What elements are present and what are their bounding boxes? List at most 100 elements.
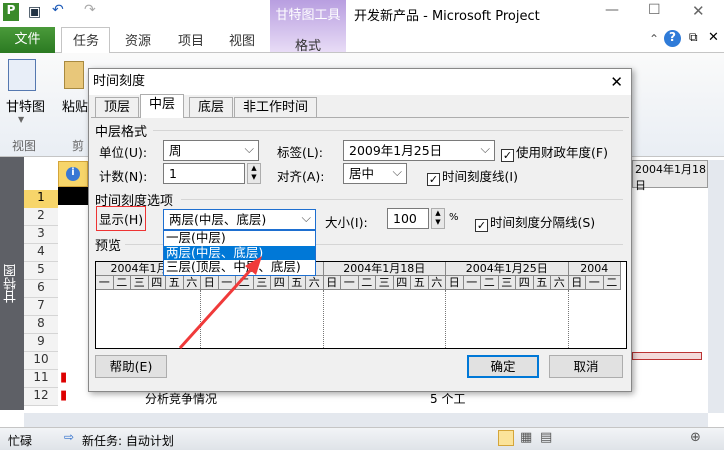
info-column-header: i [58, 161, 88, 187]
day-label: 二 [604, 276, 621, 289]
day-label: 六 [306, 276, 324, 289]
close-doc-icon[interactable]: ✕ [708, 30, 719, 45]
day-label: 四 [271, 276, 289, 289]
title-bar: P ▣ ↶ ↷ 开发新产品 - Microsoft Project — ☐ ✕ [0, 0, 724, 26]
label-select[interactable]: 2009年1月25日 [343, 139, 495, 161]
row-number[interactable]: 9 [24, 334, 58, 352]
gantt-chart-button[interactable]: 甘特图 [6, 96, 45, 115]
selected-cell[interactable] [58, 187, 88, 205]
day-label: 日 [201, 276, 219, 289]
gantt-bar[interactable] [632, 352, 702, 360]
option-three-tiers[interactable]: 三层(顶层、中层、底层) [164, 260, 315, 275]
tab-task[interactable]: 任务 [73, 30, 99, 49]
team-planner-shortcut-icon[interactable]: ▤ [540, 430, 552, 445]
row-number[interactable]: 3 [24, 226, 58, 244]
dialog-title-bar: 时间刻度 ✕ [89, 69, 631, 95]
day-label: 二 [481, 276, 499, 289]
week-label: 2004年1月25日 [446, 262, 569, 275]
help-icon[interactable]: ? [664, 30, 681, 47]
day-label: 一 [96, 276, 114, 289]
paste-button[interactable]: 粘贴 [62, 96, 88, 115]
timescale-separator [567, 290, 569, 348]
tick-lines-checkbox[interactable]: ✓ 时间刻度线(I) [427, 166, 518, 186]
fiscal-year-checkbox[interactable]: ✓ 使用财政年度(F) [501, 142, 608, 162]
row-number[interactable]: 5 [24, 262, 58, 280]
day-label: 日 [324, 276, 341, 289]
minimize-button[interactable]: — [605, 2, 619, 18]
day-label: 三 [499, 276, 516, 289]
align-select[interactable]: 居中 [343, 162, 407, 184]
restore-icon[interactable]: ⧉ [689, 30, 698, 45]
size-spinner[interactable]: ▲ ▼ [431, 208, 445, 229]
tab-top-tier[interactable]: 顶层 [95, 97, 140, 117]
close-button[interactable]: ✕ [692, 2, 705, 20]
gantt-view-shortcut-icon[interactable] [498, 430, 514, 446]
row-number[interactable]: 12 [24, 388, 58, 406]
view-bar-gantt[interactable]: 甘特图 [0, 157, 24, 410]
day-label: 五 [411, 276, 429, 289]
section-middle-format: 中层格式 [95, 125, 148, 140]
horizontal-scrollbar[interactable] [24, 413, 708, 427]
task-usage-shortcut-icon[interactable]: ▦ [520, 430, 532, 445]
context-tab-title: 甘特图工具 [275, 8, 341, 23]
size-label: 大小(I): [325, 215, 368, 230]
collapse-ribbon-icon[interactable]: ⌃ [649, 32, 659, 46]
help-button[interactable]: 帮助(E) [95, 355, 167, 378]
day-label: 三 [376, 276, 394, 289]
tab-view[interactable]: 视图 [229, 30, 255, 49]
tab-middle-tier[interactable]: 中层 [140, 94, 185, 118]
task-duration[interactable]: 5 个工 [430, 390, 465, 407]
show-select[interactable]: 两层(中层、底层) [163, 208, 316, 230]
app-icon: P [3, 3, 19, 21]
percent-sign: % [449, 212, 459, 223]
day-label: 三 [131, 276, 149, 289]
dialog-close-button[interactable]: ✕ [610, 69, 623, 95]
day-label: 五 [289, 276, 306, 289]
tab-resource[interactable]: 资源 [125, 30, 151, 49]
task-name[interactable]: 分析竞争情况 [145, 390, 217, 407]
count-spinner[interactable]: ▲ ▼ [247, 163, 261, 184]
show-dropdown-list: 一层(中层) 两层(中层、底层) 三层(顶层、中层、底层) [163, 230, 316, 276]
vertical-scrollbar[interactable] [708, 160, 724, 413]
gantt-chart-icon [8, 59, 36, 91]
unit-select[interactable]: 周 [163, 139, 259, 161]
resource-icon: ▮ [60, 388, 68, 403]
option-one-tier[interactable]: 一层(中层) [164, 231, 315, 246]
divider [153, 130, 623, 131]
day-label: 二 [236, 276, 254, 289]
row-number[interactable]: 11 [24, 370, 58, 388]
count-input[interactable]: 1 [163, 163, 245, 184]
separator-label: 时间刻度分隔线(S) [490, 215, 596, 230]
maximize-button[interactable]: ☐ [648, 2, 661, 18]
tab-project[interactable]: 项目 [178, 30, 204, 49]
option-two-tiers[interactable]: 两层(中层、底层) [164, 245, 315, 260]
day-label: 四 [394, 276, 411, 289]
zoom-icon[interactable]: ⊕ [690, 430, 701, 445]
row-number[interactable]: 4 [24, 244, 58, 262]
bg-timescale: 2004年1月18日 [632, 160, 708, 192]
size-input[interactable]: 100 [387, 208, 429, 229]
day-label: 五 [534, 276, 551, 289]
save-icon[interactable]: ▣ [28, 4, 41, 20]
tab-file[interactable]: 文件 [0, 27, 55, 53]
row-number[interactable]: 8 [24, 316, 58, 334]
row-number-selected[interactable]: 1 [24, 190, 58, 208]
separator-checkbox[interactable]: ✓ 时间刻度分隔线(S) [475, 212, 595, 232]
dialog-title: 时间刻度 [93, 74, 146, 89]
checkmark-icon: ✓ [501, 149, 514, 162]
row-number[interactable]: 10 [24, 352, 58, 370]
tab-nonworking-time[interactable]: 非工作时间 [234, 97, 318, 117]
preview-label: 预览 [95, 239, 122, 254]
cancel-button[interactable]: 取消 [549, 355, 623, 378]
ok-button[interactable]: 确定 [467, 355, 539, 378]
row-number[interactable]: 2 [24, 208, 58, 226]
new-task-mode[interactable]: 新任务: 自动计划 [82, 432, 174, 449]
row-number[interactable]: 7 [24, 298, 58, 316]
redo-icon[interactable]: ↷ [84, 2, 96, 18]
row-number[interactable]: 6 [24, 280, 58, 298]
status-mode: 忙碌 [8, 434, 33, 448]
undo-icon[interactable]: ↶ [52, 2, 64, 18]
new-task-icon: ⇨ [64, 430, 75, 444]
fiscal-year-label: 使用财政年度(F) [516, 145, 608, 160]
tab-bottom-tier[interactable]: 底层 [189, 97, 234, 117]
